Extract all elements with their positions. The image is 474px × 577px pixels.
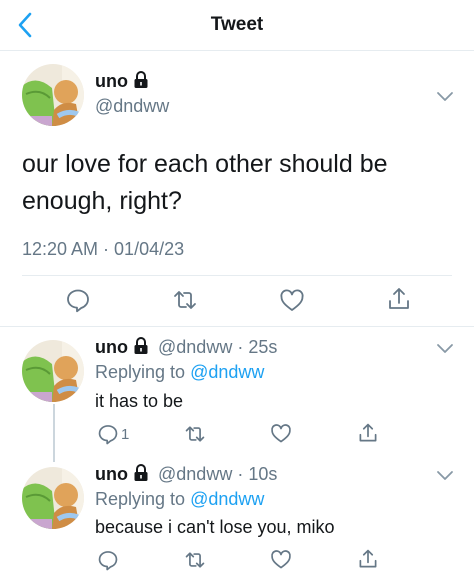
- tweet-text-line2: enough, right?: [22, 187, 182, 215]
- author-handle[interactable]: @dndww: [158, 464, 232, 484]
- avatar[interactable]: [22, 467, 84, 529]
- chevron-down-icon[interactable]: [436, 90, 454, 102]
- tweet-timestamp[interactable]: 12:20 AM · 01/04/23: [22, 239, 184, 260]
- reply-icon[interactable]: [97, 423, 119, 445]
- reply-header: uno @dndww · 10s: [95, 464, 277, 487]
- chevron-down-icon[interactable]: [436, 469, 454, 481]
- like-icon[interactable]: [270, 423, 292, 445]
- avatar[interactable]: [22, 340, 84, 402]
- replying-to-mention[interactable]: @dndww: [190, 489, 264, 509]
- replying-to-label: Replying to: [95, 362, 186, 382]
- like-icon[interactable]: [270, 549, 292, 571]
- like-icon[interactable]: [279, 288, 305, 314]
- author-handle[interactable]: @dndww: [95, 96, 169, 117]
- reply-count: 1: [121, 426, 130, 443]
- retweet-icon[interactable]: [184, 549, 206, 571]
- reply-icon[interactable]: [97, 549, 119, 571]
- share-icon[interactable]: [386, 286, 412, 312]
- reply-header: uno @dndww · 25s: [95, 337, 277, 360]
- thread-line: [53, 404, 55, 462]
- tweet-text-line1: our love for each other should be: [22, 150, 388, 178]
- share-icon[interactable]: [357, 422, 379, 444]
- chevron-down-icon[interactable]: [436, 342, 454, 354]
- replying-to: Replying to @dndww: [95, 489, 264, 510]
- replying-to-label: Replying to: [95, 489, 186, 509]
- page-title: Tweet: [210, 14, 264, 35]
- reply-text: it has to be: [95, 391, 184, 411]
- retweet-icon[interactable]: [184, 423, 206, 445]
- replying-to: Replying to @dndww: [95, 362, 264, 383]
- divider: [22, 275, 452, 276]
- lock-icon: [133, 71, 149, 94]
- reply-time: · 10s: [237, 464, 278, 484]
- tweet-text: our love for each other should be enough…: [22, 146, 452, 220]
- author-handle[interactable]: @dndww: [158, 337, 232, 357]
- retweet-icon[interactable]: [172, 287, 198, 313]
- reply-time: · 25s: [237, 337, 278, 357]
- lock-icon: [133, 337, 149, 360]
- author-name-text[interactable]: uno: [95, 464, 128, 484]
- lock-icon: [133, 464, 149, 487]
- reply-text: because i can't lose you, miko: [95, 517, 335, 537]
- author-name[interactable]: uno: [95, 71, 149, 94]
- author-name-text[interactable]: uno: [95, 337, 128, 357]
- author-name-text: uno: [95, 71, 128, 91]
- avatar[interactable]: [22, 64, 84, 126]
- reply-icon[interactable]: [65, 287, 91, 313]
- share-icon[interactable]: [357, 548, 379, 570]
- divider: [0, 326, 474, 327]
- replying-to-mention[interactable]: @dndww: [190, 362, 264, 382]
